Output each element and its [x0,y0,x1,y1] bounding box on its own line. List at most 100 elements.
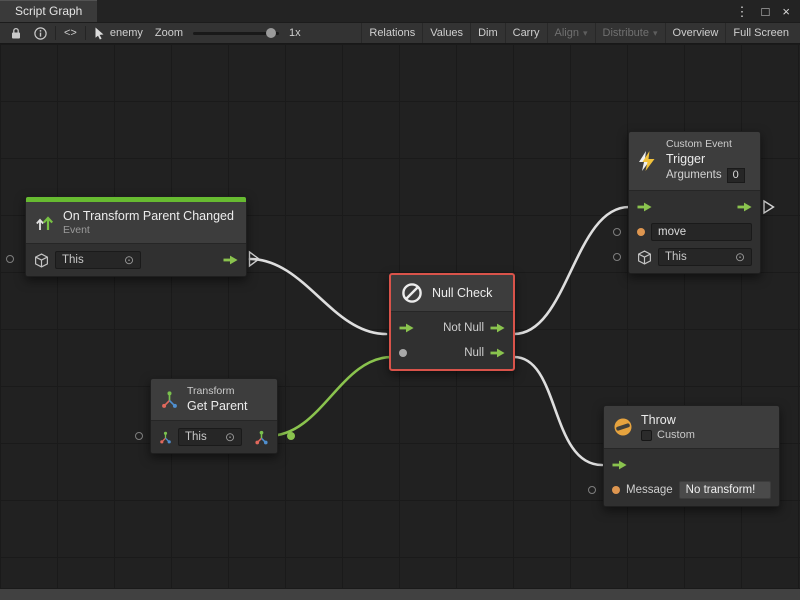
node-body: Not Null Null [391,311,513,369]
chevron-down-icon: ▾ [653,28,658,39]
code-icon: <> [64,27,77,39]
node-subtitle: Event [63,224,234,237]
port-ring-throw-message[interactable] [588,486,596,494]
flow-output-port-icon[interactable] [490,348,505,358]
transform-parent-changed-icon [35,213,55,233]
node-body: This ⊙ [26,243,246,276]
flow-output-port-icon[interactable] [737,202,752,212]
maximize-icon[interactable]: □ [762,5,770,18]
message-field[interactable]: No transform! [679,481,771,499]
align-label: Align [555,27,579,39]
custom-checkbox-label: Custom [657,428,695,442]
arguments-label: Arguments [666,167,722,184]
node-title: Null Check [432,285,492,301]
node-title: Trigger [666,151,745,167]
string-input-port[interactable] [612,486,620,494]
custom-checkbox[interactable] [641,430,652,441]
zoom-slider-thumb[interactable] [266,28,276,38]
dim-button[interactable]: Dim [470,23,505,43]
distribute-button[interactable]: Distribute ▾ [595,23,665,43]
connection-null-to-throw[interactable] [514,357,602,465]
horizontal-scrollbar[interactable] [0,588,800,600]
connection-notnull-to-customevent[interactable] [514,207,629,334]
port-ring-getparent-this[interactable] [135,432,143,440]
node-header: Throw Custom [604,406,779,448]
connection-event-to-nullcheck[interactable] [250,259,386,334]
zoom-label: Zoom [155,27,183,39]
graph-toolbar: <> enemy Zoom 1x Relations Values Dim Ca… [0,22,800,44]
lock-button[interactable] [4,23,28,43]
relations-button[interactable]: Relations [361,23,422,43]
full-screen-button[interactable]: Full Screen [725,23,796,43]
tab-script-graph[interactable]: Script Graph [0,0,97,22]
event-name-value: move [658,226,686,238]
arguments-count-field[interactable]: 0 [727,168,745,183]
lock-icon [10,27,22,40]
carry-button[interactable]: Carry [505,23,547,43]
cube-icon [34,253,49,268]
event-name-field[interactable]: move [651,223,752,241]
flow-input-port-icon[interactable] [612,460,627,470]
graph-name-item[interactable]: enemy [88,23,149,43]
zoom-control: Zoom 1x [149,23,307,43]
string-input-port[interactable] [637,228,645,236]
close-icon[interactable]: × [782,5,790,18]
script-graph-window: Script Graph ⋮ □ × <> [0,0,800,600]
zoom-value: 1x [289,27,301,39]
info-button[interactable] [28,23,53,43]
node-get-parent[interactable]: Transform Get Parent [150,378,278,454]
this-dropdown[interactable]: This ⊙ [658,248,752,266]
flow-input-port-icon[interactable] [399,323,414,333]
node-header: Custom Event Trigger Arguments 0 [629,132,760,190]
message-value: No transform! [686,484,756,496]
port-ring-customevent-this[interactable] [613,253,621,261]
this-dropdown[interactable]: This ⊙ [178,428,242,446]
window-controls: ⋮ □ × [736,0,800,22]
node-custom-event-trigger[interactable]: Custom Event Trigger Arguments 0 [628,131,761,274]
distribute-label: Distribute [603,27,649,39]
dropdown-value: This [62,254,84,266]
transform-axes-icon [160,390,179,409]
graph-name-label: enemy [110,27,143,39]
null-check-icon [400,281,424,305]
null-port-label: Null [464,347,484,359]
node-body: Message No transform! [604,448,779,506]
transform-output-port-icon[interactable] [254,430,269,445]
flow-output-port-icon[interactable] [223,255,238,265]
values-button[interactable]: Values [422,23,470,43]
flow-output-triangle-icon[interactable] [764,201,774,213]
this-dropdown[interactable]: This ⊙ [55,251,141,269]
code-view-button[interactable]: <> [58,23,83,43]
flow-input-port-icon[interactable] [637,202,652,212]
info-icon [34,27,47,40]
connection-getparent-to-nullcheck[interactable] [268,357,392,436]
dropdown-value: This [185,431,207,443]
throw-icon [613,417,633,437]
cube-icon [637,250,652,265]
port-ring-event-this[interactable] [6,255,14,263]
chevron-down-icon: ▾ [583,28,588,39]
overview-button[interactable]: Overview [665,23,726,43]
object-picker-icon[interactable]: ⊙ [225,431,235,443]
node-throw[interactable]: Throw Custom Message [603,405,780,507]
kebab-menu-icon[interactable]: ⋮ [736,5,749,18]
node-body: This ⊙ [151,420,277,453]
node-null-check[interactable]: Null Check Not Null [389,273,515,371]
toolbar-separator [55,26,56,40]
value-input-port[interactable] [399,349,407,357]
node-on-transform-parent-changed[interactable]: On Transform Parent Changed Event This ⊙ [25,196,247,277]
toolbar-separator [85,26,86,40]
graph-canvas[interactable]: On Transform Parent Changed Event This ⊙ [0,44,800,600]
value-wire-dot[interactable] [287,432,295,440]
node-body: move This ⊙ [629,190,760,273]
flow-output-port-icon[interactable] [490,323,505,333]
object-picker-icon[interactable]: ⊙ [735,251,745,263]
port-ring-customevent-name[interactable] [613,228,621,236]
node-header: On Transform Parent Changed Event [26,202,246,243]
object-picker-icon[interactable]: ⊙ [124,254,134,266]
node-title: On Transform Parent Changed [63,208,234,224]
zoom-slider[interactable] [193,32,279,35]
align-button[interactable]: Align ▾ [547,23,595,43]
node-category: Custom Event [666,138,745,151]
transform-axes-icon[interactable] [159,431,172,444]
